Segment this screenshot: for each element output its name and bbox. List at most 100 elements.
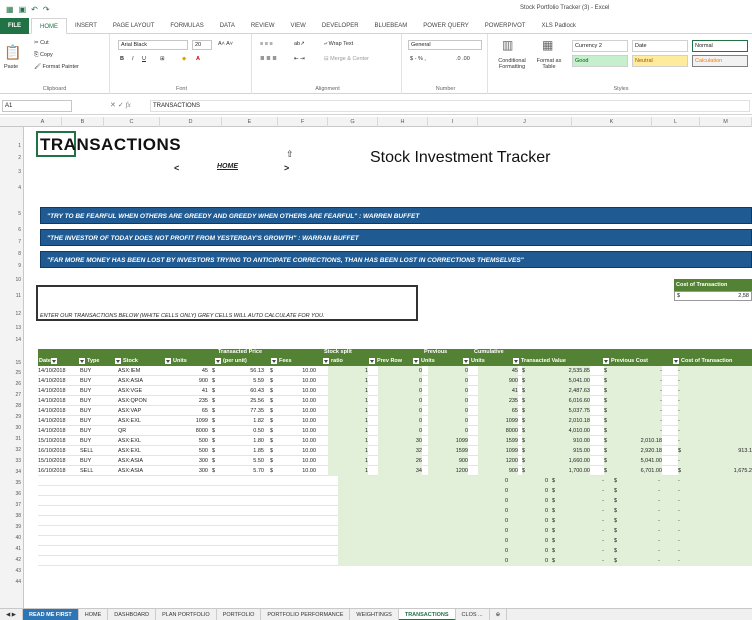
table-cell[interactable]: 65 [478, 406, 518, 416]
table-cell[interactable]: 1 [328, 466, 368, 476]
table-cell[interactable]: 60.43 [218, 386, 264, 396]
table-cell[interactable]: 0 [508, 506, 548, 516]
table-cell[interactable] [684, 386, 752, 396]
table-cell[interactable]: 25.56 [218, 396, 264, 406]
table-row[interactable]: 16/10/2018 SELL ASX:ASIA 300 $5.70 $10.00 1 34 1… [38, 466, 752, 476]
row-header[interactable]: 6 [0, 227, 24, 233]
table-cell[interactable]: - [620, 486, 660, 496]
table-cell[interactable]: 34 [378, 466, 422, 476]
table-cell[interactable] [684, 416, 752, 426]
table-cell[interactable]: 1 [328, 416, 368, 426]
table-cell[interactable]: 0 [378, 396, 422, 406]
table-cell[interactable]: 2,487.63 [528, 386, 590, 396]
table-cell[interactable]: 14/10/2018 [38, 386, 78, 396]
row-header[interactable]: 43 [0, 568, 24, 574]
ribbon-tab-powerpivot[interactable]: POWERPIVOT [477, 18, 534, 34]
table-cell[interactable]: BUY [80, 386, 114, 396]
table-cell[interactable]: - [678, 476, 698, 486]
table-cell[interactable]: 0 [508, 496, 548, 506]
table-cell[interactable] [684, 406, 752, 416]
row-header[interactable]: 4 [0, 185, 24, 191]
column-header-h[interactable]: H [378, 117, 428, 127]
table-cell[interactable]: - [610, 386, 662, 396]
undo-icon[interactable]: ↶ [31, 5, 38, 14]
table-cell[interactable]: 0 [378, 366, 422, 376]
filter-dropdown-icon[interactable] [513, 357, 519, 364]
table-cell[interactable]: 1,660.00 [528, 456, 590, 466]
table-cell[interactable]: 1,675.2 [684, 466, 752, 476]
table-cell[interactable]: 0 [378, 406, 422, 416]
column-header-k[interactable]: K [572, 117, 652, 127]
table-cell[interactable] [684, 376, 752, 386]
row-header[interactable]: 3 [0, 169, 24, 175]
table-cell[interactable]: 0 [428, 426, 468, 436]
sheet-tab-portfolio[interactable]: PORTFOLIO [217, 608, 262, 620]
row-header[interactable]: 44 [0, 579, 24, 585]
table-cell[interactable]: 10.00 [276, 396, 316, 406]
name-box[interactable]: A1 [2, 100, 72, 112]
table-cell[interactable]: 5.50 [218, 456, 264, 466]
table-cell[interactable]: - [620, 506, 660, 516]
table-cell[interactable]: BUY [80, 426, 114, 436]
table-cell[interactable]: 0 [428, 386, 468, 396]
save-icon[interactable]: ▣ [19, 5, 27, 14]
borders-icon[interactable]: ⊞ [160, 56, 165, 62]
grow-font-icon[interactable]: A˄ A˅ [218, 41, 233, 47]
row-header[interactable]: 5 [0, 211, 24, 217]
table-cell[interactable]: 0 [378, 426, 422, 436]
ribbon-tab-file[interactable]: FILE [0, 17, 29, 34]
sheet-tab-plan-portfolio[interactable]: PLAN PORTFOLIO [156, 608, 217, 620]
row-header[interactable]: 15 [0, 360, 24, 366]
merge-center-button[interactable]: ⊟ Merge & Center [324, 56, 369, 62]
table-cell[interactable]: 16/10/2018 [38, 466, 78, 476]
table-cell[interactable]: - [558, 496, 604, 506]
filter-dropdown-icon[interactable] [165, 357, 171, 364]
bold-button[interactable]: B [120, 56, 124, 62]
table-cell[interactable]: 1 [328, 456, 368, 466]
insert-function-icon[interactable]: fx [126, 101, 131, 109]
column-header-f[interactable]: F [278, 117, 328, 127]
table-cell[interactable]: 915.00 [528, 446, 590, 456]
sheet-tab-read-me-first[interactable]: READ ME FIRST [23, 608, 79, 620]
table-cell[interactable]: 0 [458, 536, 508, 546]
row-header[interactable]: 35 [0, 480, 24, 486]
row-header[interactable]: 2 [0, 155, 24, 161]
table-cell[interactable]: - [678, 526, 698, 536]
worksheet[interactable]: TRANSACTIONS Stock Investment Tracker ⇧ … [24, 127, 752, 608]
align-left-icon[interactable]: ≣ ≣ ≣ [260, 56, 277, 62]
row-header[interactable]: 27 [0, 392, 24, 398]
table-cell[interactable]: 1200 [478, 456, 518, 466]
ribbon-tab-power-query[interactable]: POWER QUERY [415, 18, 477, 34]
table-cell[interactable]: ASX:EXL [118, 446, 164, 456]
table-header-cell[interactable]: Date [38, 357, 78, 366]
table-cell[interactable]: - [678, 496, 698, 506]
filter-dropdown-icon[interactable] [369, 357, 375, 364]
table-cell[interactable]: 8000 [188, 426, 208, 436]
table-header-cell[interactable]: Fees [270, 357, 322, 366]
table-cell[interactable] [684, 456, 752, 466]
table-cell[interactable]: 1099 [478, 416, 518, 426]
copy-button[interactable]: ⎘ Copy [34, 52, 53, 59]
ribbon-tab-page-layout[interactable]: PAGE LAYOUT [105, 18, 162, 34]
table-cell[interactable]: 0 [508, 526, 548, 536]
sheet-tab-home[interactable]: HOME [79, 608, 109, 620]
table-cell[interactable]: 10.00 [276, 386, 316, 396]
table-cell[interactable]: 0 [508, 536, 548, 546]
table-cell[interactable]: - [678, 546, 698, 556]
table-cell[interactable]: - [620, 536, 660, 546]
table-cell[interactable]: 0 [428, 416, 468, 426]
format-painter-button[interactable]: 🖌 Format Painter [34, 64, 79, 70]
table-cell[interactable]: 41 [188, 386, 208, 396]
table-row[interactable]: 14/10/2018 BUY ASX:VAP 65 $77.35 $10.00 1 0 0 65 $… [38, 406, 752, 416]
table-cell[interactable]: 235 [188, 396, 208, 406]
table-header-cell[interactable]: Cost of Transaction [672, 357, 752, 366]
style-calculation[interactable]: Calculation [692, 55, 748, 67]
table-cell[interactable]: 10.00 [276, 416, 316, 426]
table-cell[interactable]: 14/10/2018 [38, 426, 78, 436]
table-cell[interactable]: 10.00 [276, 456, 316, 466]
row-header[interactable]: 7 [0, 239, 24, 245]
font-color-icon[interactable]: A [196, 56, 200, 62]
table-row-empty[interactable]: 0 0 $ - $ - - [38, 556, 752, 566]
style-date[interactable]: Date [632, 40, 688, 52]
table-cell[interactable]: 1 [328, 446, 368, 456]
